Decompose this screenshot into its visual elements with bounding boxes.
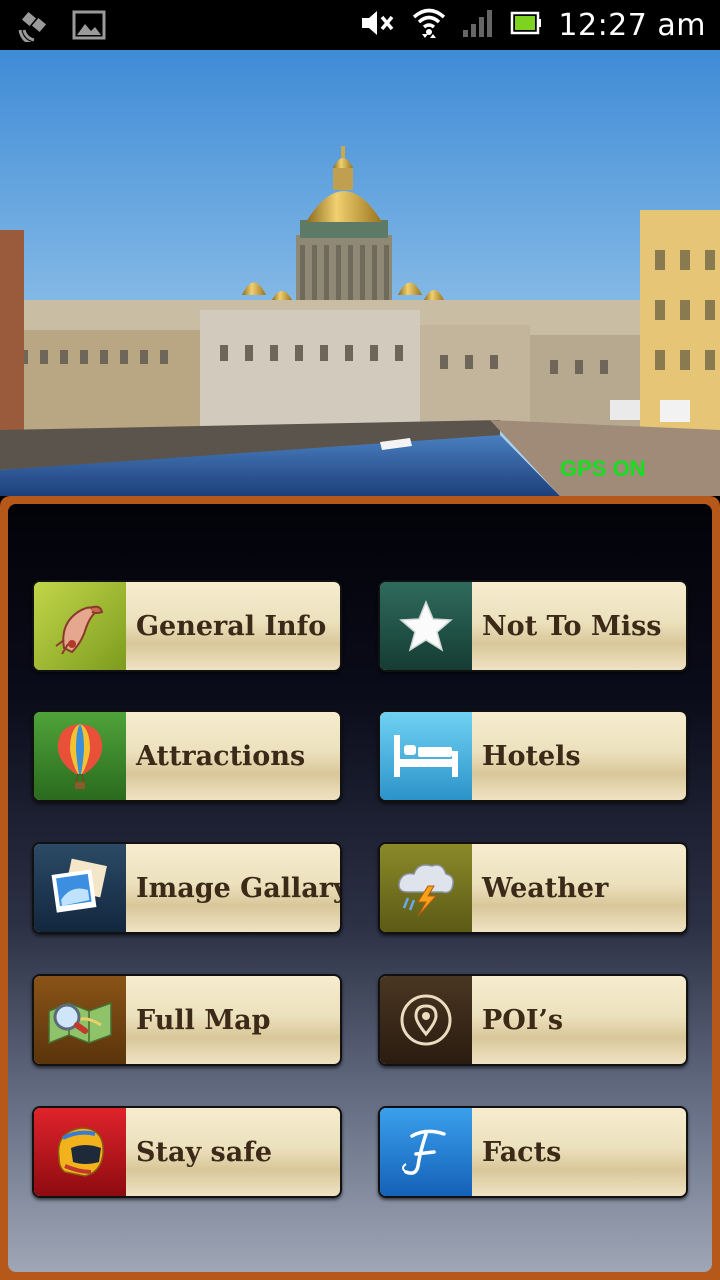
menu-panel: General Info Not To Miss Attractions Hot… [0,496,720,1280]
pois-button[interactable]: POI’s [378,974,688,1066]
clock: 12:27 am [558,7,706,43]
storm-cloud-icon [380,844,472,932]
photos-icon [34,844,126,932]
stay-safe-button[interactable]: Stay safe [32,1106,342,1198]
facts-button[interactable]: Facts [378,1106,688,1198]
full-map-button[interactable]: Full Map [32,974,342,1066]
weather-button[interactable]: Weather [378,842,688,934]
facts-f-icon [380,1108,472,1196]
hot-air-balloon-icon [34,712,126,800]
hotels-button[interactable]: Hotels [378,710,688,802]
general-info-label: General Info [136,610,327,642]
pois-label: POI’s [482,1004,564,1036]
stay-safe-label: Stay safe [136,1136,273,1168]
star-icon [380,582,472,670]
attractions-label: Attractions [136,740,306,772]
status-bar: 12:27 am [0,0,720,50]
wifi-icon [412,7,446,44]
image-icon [72,10,106,45]
helmet-icon [34,1108,126,1196]
not-to-miss-button[interactable]: Not To Miss [378,580,688,672]
attractions-button[interactable]: Attractions [32,710,342,802]
weather-label: Weather [482,872,609,904]
image-gallary-button[interactable]: Image Gallary [32,842,342,934]
facts-label: Facts [482,1136,562,1168]
image-gallary-label: Image Gallary [136,872,342,904]
hero-image [0,50,720,496]
location-pin-icon [380,976,472,1064]
scroll-icon [34,582,126,670]
signal-icon [462,8,494,43]
gps-status: GPS ON [560,456,646,481]
menu-grid: General Info Not To Miss Attractions Hot… [8,504,712,1272]
full-map-label: Full Map [136,1004,271,1036]
mute-icon [360,8,396,43]
hotels-label: Hotels [482,740,581,772]
bed-icon [380,712,472,800]
satellite-icon [18,8,54,47]
general-info-button[interactable]: General Info [32,580,342,672]
map-magnifier-icon [34,976,126,1064]
not-to-miss-label: Not To Miss [482,610,662,642]
battery-icon [510,11,542,40]
